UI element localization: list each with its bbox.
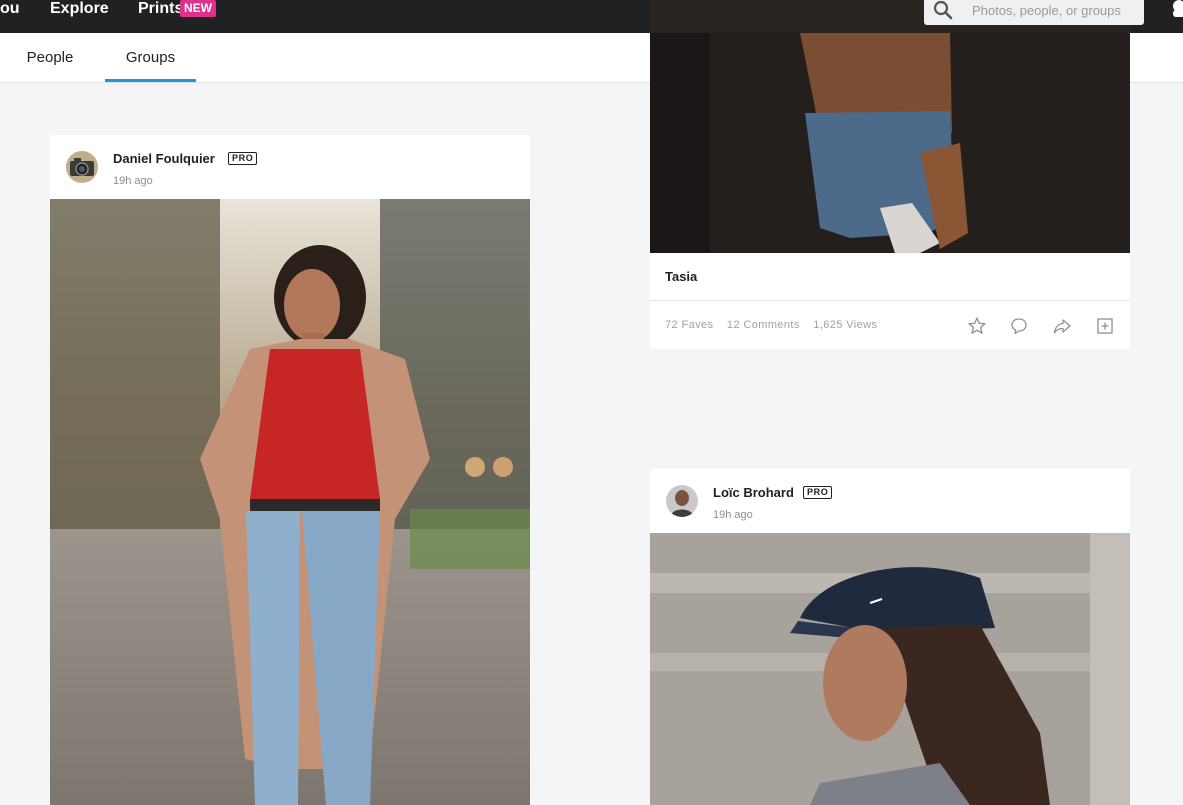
card-header: Daniel Foulquier PRO 19h ago bbox=[50, 135, 530, 199]
feed-card: Tasia 72 Faves 12 Comments 1,625 Views bbox=[650, 33, 1130, 349]
card-header: Loïc Brohard PRO 19h ago bbox=[650, 469, 1130, 533]
share-icon[interactable] bbox=[1052, 316, 1072, 336]
photo-title-row: Tasia bbox=[650, 253, 1130, 301]
post-time: 19h ago bbox=[113, 175, 153, 187]
top-navigation-bar: ou Explore Prints NEW bbox=[0, 0, 1183, 33]
search-input[interactable] bbox=[972, 0, 1140, 20]
tab-people[interactable]: People bbox=[12, 33, 88, 83]
add-to-gallery-icon[interactable] bbox=[1095, 316, 1115, 336]
nav-prints-link[interactable]: Prints bbox=[138, 0, 183, 17]
author-name[interactable]: Loïc Brohard bbox=[713, 485, 794, 501]
views-count: 1,625 Views bbox=[813, 319, 878, 331]
nav-you-link[interactable]: ou bbox=[0, 0, 20, 17]
pro-badge: PRO bbox=[228, 152, 258, 165]
photo-stats: 72 Faves 12 Comments 1,625 Views bbox=[665, 319, 887, 331]
post-photo[interactable] bbox=[650, 533, 1130, 805]
tab-groups[interactable]: Groups bbox=[105, 33, 196, 83]
feed-card: Daniel Foulquier PRO 19h ago bbox=[50, 135, 530, 805]
feed-card: Loïc Brohard PRO 19h ago bbox=[650, 469, 1130, 805]
comment-icon[interactable] bbox=[1009, 316, 1029, 336]
camera-icon[interactable] bbox=[66, 151, 98, 183]
nav-explore-link[interactable]: Explore bbox=[50, 0, 109, 17]
search-box[interactable] bbox=[924, 0, 1144, 25]
post-time: 19h ago bbox=[713, 509, 753, 521]
post-photo[interactable] bbox=[50, 199, 530, 805]
new-badge: NEW bbox=[180, 0, 216, 17]
account-icon[interactable] bbox=[1166, 0, 1183, 17]
faves-count[interactable]: 72 Faves bbox=[665, 319, 713, 331]
star-icon[interactable] bbox=[967, 316, 987, 336]
active-tab-indicator bbox=[105, 79, 196, 82]
pro-badge: PRO bbox=[803, 486, 833, 499]
comments-count[interactable]: 12 Comments bbox=[727, 319, 800, 331]
search-icon bbox=[933, 0, 953, 20]
photo-title[interactable]: Tasia bbox=[665, 269, 697, 284]
post-photo[interactable] bbox=[650, 33, 1130, 253]
user-avatar[interactable] bbox=[666, 485, 698, 517]
author-name[interactable]: Daniel Foulquier bbox=[113, 151, 215, 167]
